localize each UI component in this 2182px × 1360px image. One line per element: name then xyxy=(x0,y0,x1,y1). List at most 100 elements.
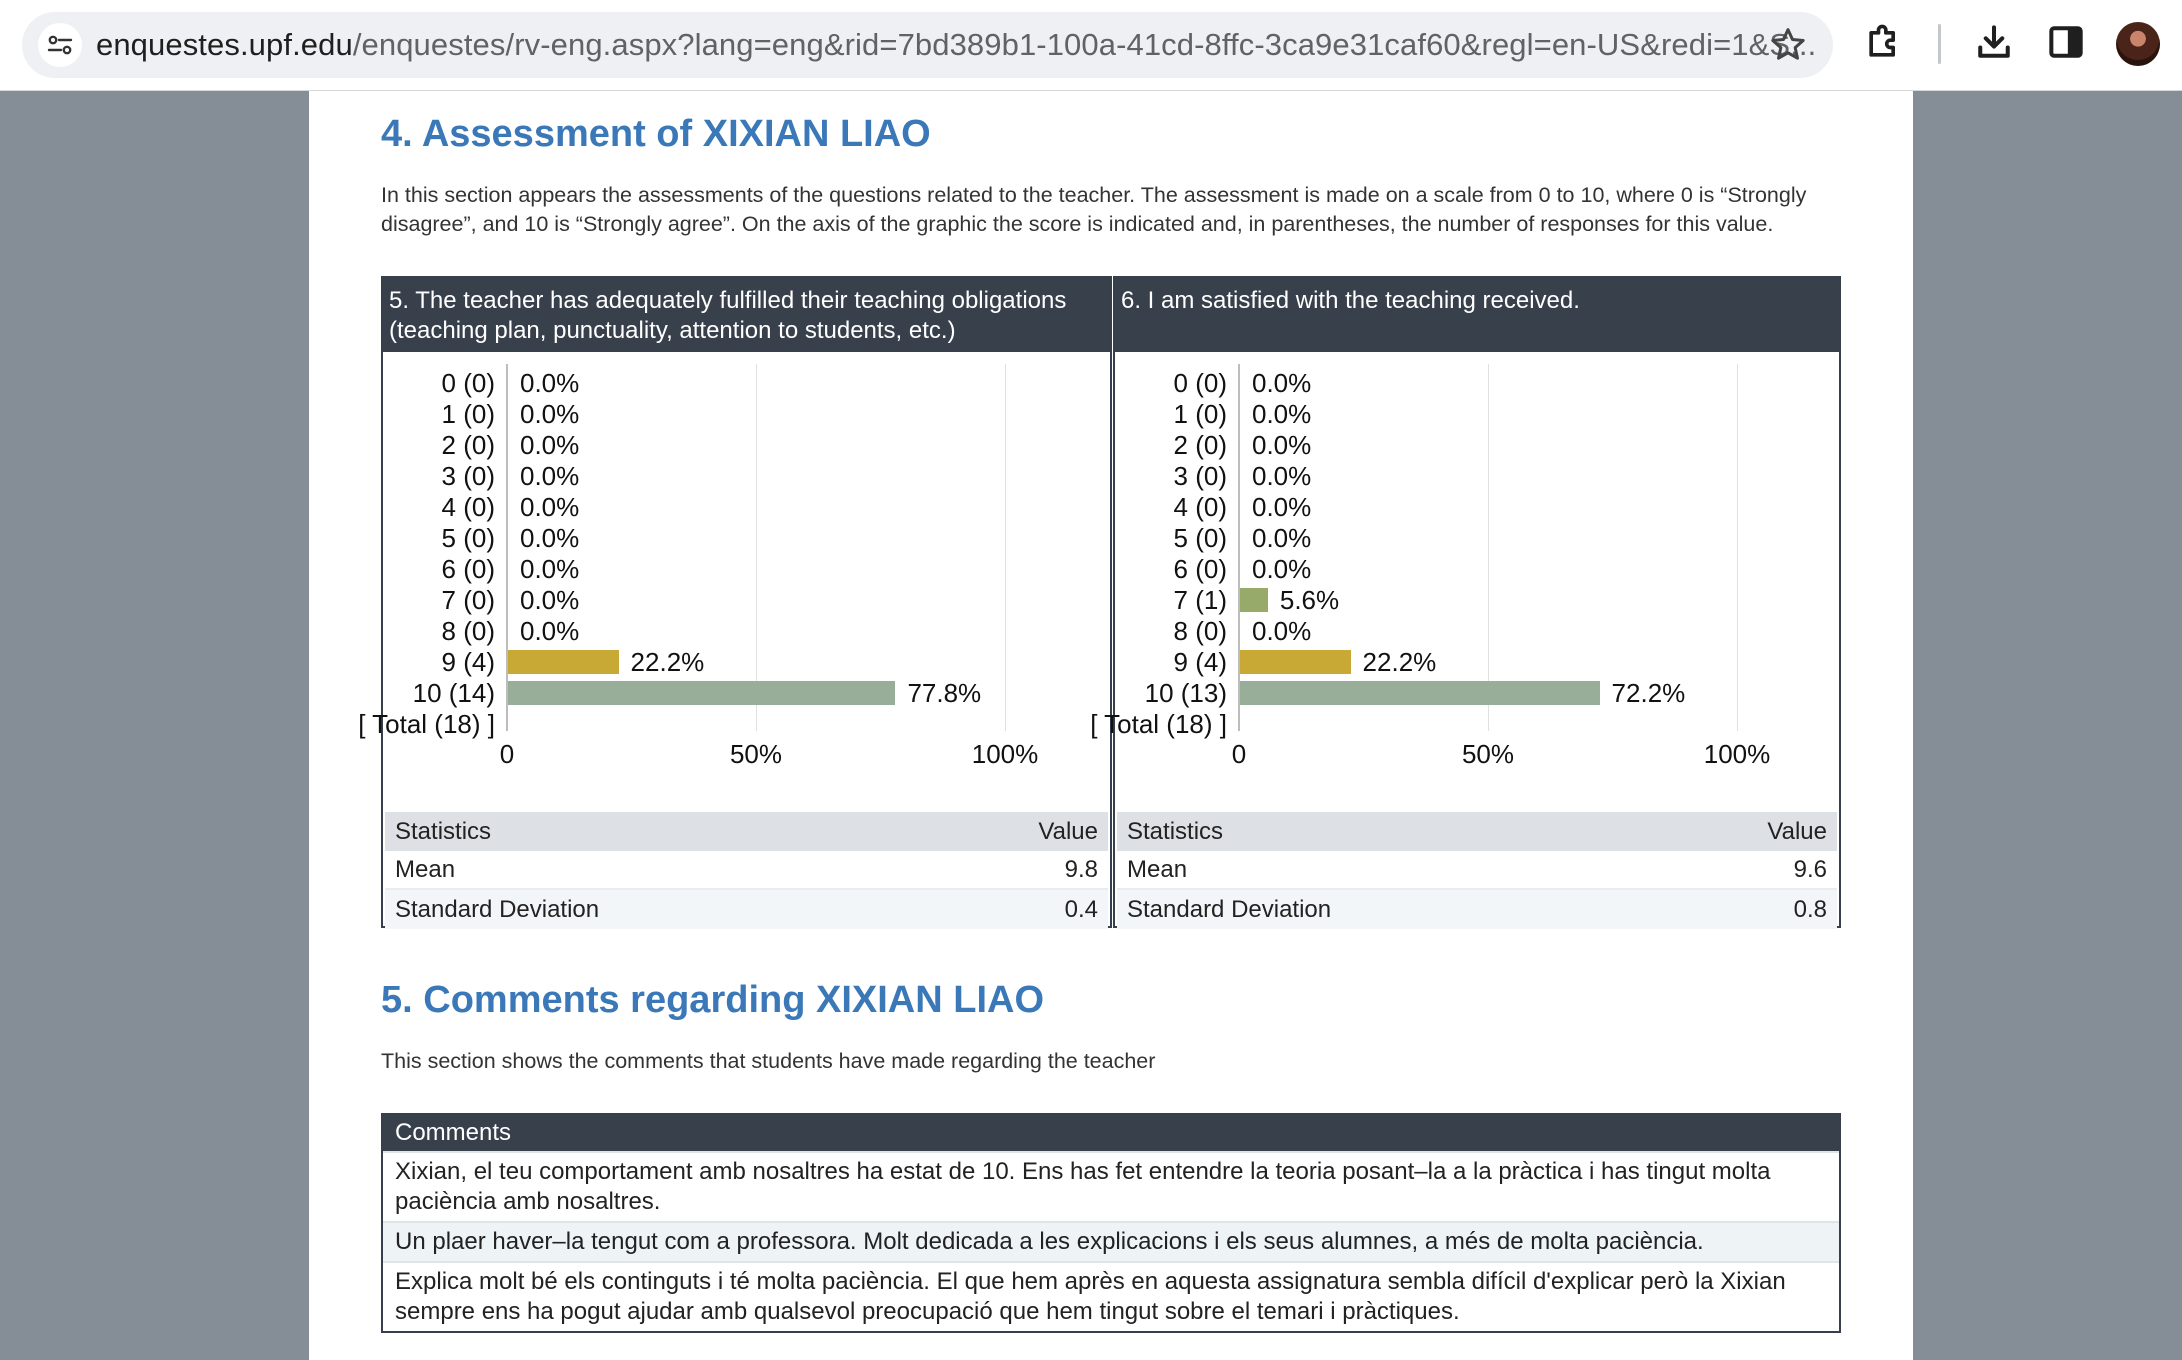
stat-label: Mean xyxy=(395,855,456,883)
category-label: 6 (0) xyxy=(1173,554,1227,584)
bar xyxy=(508,681,896,705)
y-axis-line xyxy=(506,364,508,731)
category-label: 6 (0) xyxy=(441,554,495,584)
value-label: 0.0% xyxy=(520,399,580,429)
value-label: 22.2% xyxy=(630,647,705,677)
value-col-label: Value xyxy=(1767,817,1827,845)
value-label: 0.0% xyxy=(1252,399,1312,429)
category-label: [ Total (18) ] xyxy=(1090,709,1227,739)
category-label: [ Total (18) ] xyxy=(358,709,495,739)
category-label: 9 (4) xyxy=(441,647,495,677)
value-label: 0.0% xyxy=(520,585,580,615)
value-label: 22.2% xyxy=(1362,647,1437,677)
section-5-intro: This section shows the comments that stu… xyxy=(381,1049,1156,1073)
value-label: 0.0% xyxy=(1252,492,1312,522)
comment-row: Xixian, el teu comportament amb nosaltre… xyxy=(383,1151,1839,1221)
value-label: 0.0% xyxy=(520,492,580,522)
statistics-table: Statistics Value Mean 9.6 Standard Devia… xyxy=(1117,812,1837,929)
gridline xyxy=(1737,364,1738,731)
comments-header: Comments xyxy=(383,1115,1839,1151)
value-label: 0.0% xyxy=(520,554,580,584)
stat-value: 0.4 xyxy=(1064,895,1098,923)
extensions-icon[interactable] xyxy=(1862,20,1914,72)
value-label: 5.6% xyxy=(1279,585,1340,615)
y-axis-line xyxy=(1238,364,1240,731)
address-bar[interactable]: enquestes.upf.edu/enquestes/rv-eng.aspx?… xyxy=(22,12,1833,78)
category-label: 8 (0) xyxy=(1173,616,1227,646)
value-label: 0.0% xyxy=(520,616,580,646)
value-label: 72.2% xyxy=(1611,678,1686,708)
x-tick-label: 100% xyxy=(971,739,1039,769)
statistics-header: Statistics Value xyxy=(1117,812,1837,851)
category-label: 3 (0) xyxy=(1173,461,1227,491)
stat-value: 9.8 xyxy=(1064,855,1098,883)
avatar[interactable] xyxy=(2116,22,2160,66)
side-panel-icon[interactable] xyxy=(2044,20,2096,72)
x-tick-label: 50% xyxy=(729,739,783,769)
category-label: 7 (0) xyxy=(441,585,495,615)
bar xyxy=(1240,588,1268,612)
stat-label: Standard Deviation xyxy=(395,895,600,923)
star-icon[interactable] xyxy=(1768,25,1808,65)
category-label: 0 (0) xyxy=(441,368,495,398)
stat-value: 0.8 xyxy=(1793,895,1827,923)
value-label: 0.0% xyxy=(1252,554,1312,584)
bar xyxy=(508,650,619,674)
category-label: 1 (0) xyxy=(441,399,495,429)
x-tick-label: 100% xyxy=(1703,739,1771,769)
value-label: 0.0% xyxy=(520,461,580,491)
value-label: 0.0% xyxy=(520,368,580,398)
category-label: 4 (0) xyxy=(441,492,495,522)
download-icon[interactable] xyxy=(1972,20,2024,72)
statistics-row-sd: Standard Deviation 0.4 xyxy=(385,890,1108,929)
value-label: 77.8% xyxy=(907,678,982,708)
section-5-title: 5. Comments regarding XIXIAN LIAO xyxy=(381,979,1044,1021)
x-tick-label: 50% xyxy=(1461,739,1515,769)
category-label: 2 (0) xyxy=(1173,430,1227,460)
question-card-5: 5. The teacher has adequately fulfilled … xyxy=(358,276,1112,929)
rating-chart: 0 50% 100% 0 (0) 0.0% 1 (0) 0.0% 2 (0) 0.0% 3 (0)… xyxy=(1090,352,1839,802)
bar xyxy=(1240,681,1600,705)
stat-label: Standard Deviation xyxy=(1127,895,1332,923)
comment-row: Un plaer haver–la tengut com a professor… xyxy=(383,1221,1839,1261)
stat-value: 9.6 xyxy=(1793,855,1827,883)
category-label: 8 (0) xyxy=(441,616,495,646)
section-4-intro: In this section appears the assessments … xyxy=(381,183,1807,236)
value-label: 0.0% xyxy=(1252,523,1312,553)
category-label: 5 (0) xyxy=(1173,523,1227,553)
category-label: 0 (0) xyxy=(1173,368,1227,398)
rating-chart: 0 50% 100% 0 (0) 0.0% 1 (0) 0.0% 2 (0) 0.0% 3 (0)… xyxy=(358,352,1110,802)
value-label: 0.0% xyxy=(1252,368,1312,398)
x-tick-label: 0 xyxy=(499,739,515,769)
category-label: 10 (14) xyxy=(412,678,495,708)
toolbar-separator xyxy=(1938,24,1941,64)
value-col-label: Value xyxy=(1038,817,1098,845)
value-label: 0.0% xyxy=(1252,430,1312,460)
gridline xyxy=(1488,364,1489,731)
tune-icon[interactable] xyxy=(38,23,82,67)
survey-page: 4. Assessment of XIXIAN LIAO In this sec… xyxy=(309,91,1913,1360)
category-label: 1 (0) xyxy=(1173,399,1227,429)
statistics-table: Statistics Value Mean 9.8 Standard Devia… xyxy=(385,812,1108,929)
gridline xyxy=(756,364,757,731)
statistics-header: Statistics Value xyxy=(385,812,1108,851)
value-label: 0.0% xyxy=(520,430,580,460)
x-tick-label: 0 xyxy=(1231,739,1247,769)
url-text[interactable]: enquestes.upf.edu/enquestes/rv-eng.aspx?… xyxy=(96,28,1816,62)
browser-toolbar: enquestes.upf.edu/enquestes/rv-eng.aspx?… xyxy=(0,0,2182,91)
statistics-row-sd: Standard Deviation 0.8 xyxy=(1117,890,1837,929)
bar xyxy=(1240,650,1351,674)
category-label: 3 (0) xyxy=(441,461,495,491)
statistics-col-label: Statistics xyxy=(1127,817,1224,845)
comment-row: Explica molt bé els continguts i té molt… xyxy=(383,1261,1839,1331)
comments-table: Comments Xixian, el teu comportament amb… xyxy=(381,1113,1841,1333)
category-label: 5 (0) xyxy=(441,523,495,553)
category-label: 10 (13) xyxy=(1144,678,1227,708)
category-label: 9 (4) xyxy=(1173,647,1227,677)
question-title: 6. I am satisfied with the teaching rece… xyxy=(1115,278,1839,352)
question-card-6: 6. I am satisfied with the teaching rece… xyxy=(1090,276,1841,929)
value-label: 0.0% xyxy=(520,523,580,553)
statistics-row-mean: Mean 9.6 xyxy=(1117,851,1837,890)
statistics-row-mean: Mean 9.8 xyxy=(385,851,1108,890)
section-4-title: 4. Assessment of XIXIAN LIAO xyxy=(381,113,931,155)
